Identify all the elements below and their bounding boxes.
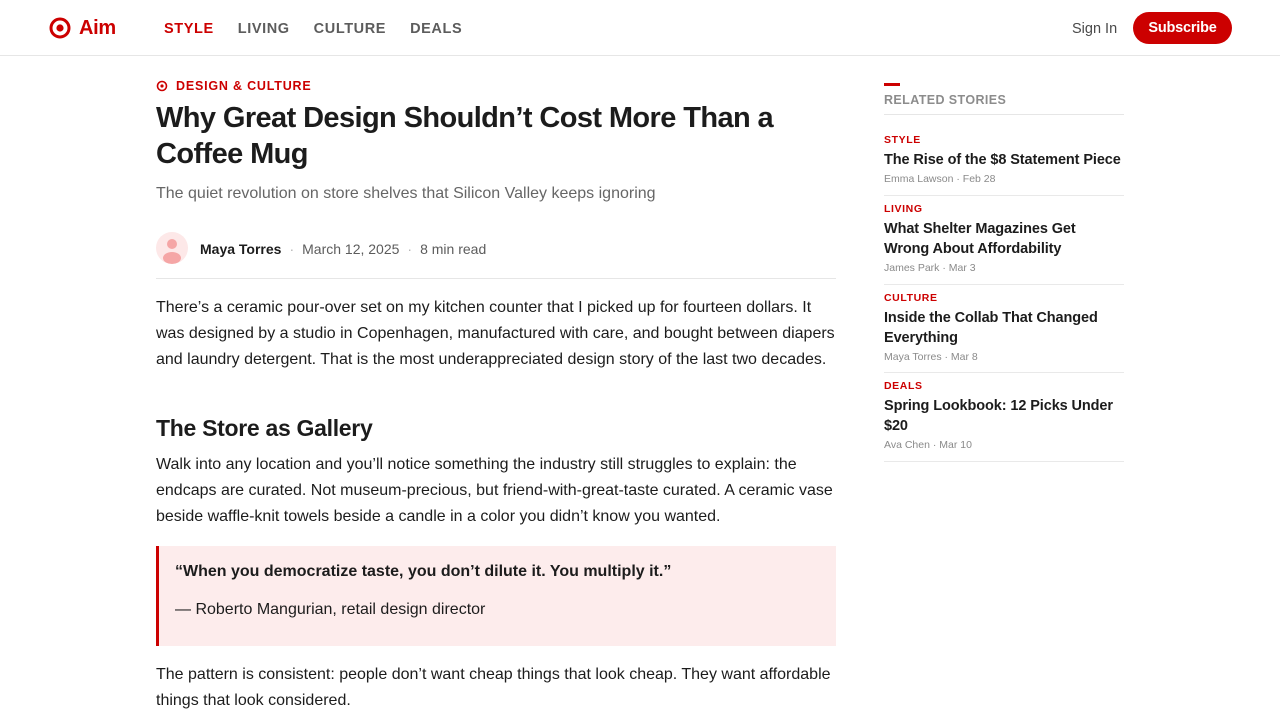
story-date: Mar 8 bbox=[950, 351, 978, 363]
story-date: Mar 10 bbox=[939, 439, 972, 451]
story-date: Mar 3 bbox=[948, 262, 976, 274]
section-accent-bar bbox=[884, 83, 900, 86]
story-category: CULTURE bbox=[884, 292, 938, 304]
article-dek: The quiet revolution on store shelves th… bbox=[156, 185, 656, 202]
related-stories-heading: RELATED STORIES bbox=[884, 93, 1124, 115]
author-avatar[interactable] bbox=[156, 232, 188, 264]
brand-name: Aim bbox=[79, 17, 116, 39]
story-meta: Emma Lawson · Feb 28 bbox=[884, 172, 1124, 186]
site-header: Aim STYLE LIVING CULTURE DEALS Sign In S… bbox=[0, 0, 1280, 56]
nav-item-culture[interactable]: CULTURE bbox=[314, 20, 386, 38]
category-link[interactable]: DESIGN & CULTURE bbox=[176, 79, 312, 93]
story-title[interactable]: Inside the Collab That Changed Everythin… bbox=[884, 308, 1124, 348]
story-title[interactable]: What Shelter Magazines Get Wrong About A… bbox=[884, 219, 1124, 259]
story-meta: Maya Torres · Mar 8 bbox=[884, 350, 1124, 364]
nav-item-deals[interactable]: DEALS bbox=[410, 20, 462, 38]
primary-nav: STYLE LIVING CULTURE DEALS bbox=[164, 20, 462, 38]
publish-date: March 12, 2025 bbox=[302, 241, 400, 257]
subscribe-button[interactable]: Subscribe bbox=[1133, 12, 1232, 44]
article-kicker: DESIGN & CULTURE bbox=[156, 79, 312, 93]
story-date: Feb 28 bbox=[962, 173, 996, 185]
body-paragraph: Walk into any location and you’ll notice… bbox=[156, 456, 833, 525]
byline: Maya Torres · March 12, 2025 · 8 min rea… bbox=[156, 232, 836, 279]
meta-separator: · bbox=[941, 351, 951, 363]
story-category: STYLE bbox=[884, 134, 921, 146]
sign-in-link[interactable]: Sign In bbox=[1072, 20, 1117, 38]
bullseye-icon bbox=[156, 80, 168, 92]
pull-quote: “When you democratize taste, you don’t d… bbox=[156, 546, 836, 646]
bullseye-logo-icon bbox=[49, 17, 71, 39]
related-story[interactable]: STYLE The Rise of the $8 Statement Piece… bbox=[884, 134, 1124, 196]
byline-separator: · bbox=[289, 241, 295, 257]
story-title[interactable]: Spring Lookbook: 12 Picks Under $20 bbox=[884, 396, 1124, 436]
story-author: James Park bbox=[884, 262, 940, 274]
story-category: LIVING bbox=[884, 203, 923, 215]
related-story[interactable]: LIVING What Shelter Magazines Get Wrong … bbox=[884, 203, 1124, 285]
story-meta: Ava Chen · Mar 10 bbox=[884, 438, 1124, 452]
story-title[interactable]: The Rise of the $8 Statement Piece bbox=[884, 150, 1124, 170]
author-name[interactable]: Maya Torres bbox=[200, 241, 281, 257]
article-headline: Why Great Design Shouldn’t Cost More Tha… bbox=[156, 102, 774, 170]
related-story[interactable]: CULTURE Inside the Collab That Changed E… bbox=[884, 292, 1124, 373]
byline-separator: · bbox=[407, 241, 413, 257]
person-icon bbox=[163, 239, 181, 264]
story-category: DEALS bbox=[884, 380, 923, 392]
story-author: Emma Lawson bbox=[884, 173, 954, 185]
pull-quote-text: “When you democratize taste, you don’t d… bbox=[175, 563, 672, 580]
meta-separator: · bbox=[929, 439, 940, 451]
pull-quote-attribution: — Roberto Mangurian, retail design direc… bbox=[175, 601, 486, 618]
meta-separator: · bbox=[953, 173, 963, 185]
read-time: 8 min read bbox=[420, 241, 487, 257]
nav-item-living[interactable]: LIVING bbox=[238, 20, 290, 38]
nav-item-style[interactable]: STYLE bbox=[164, 20, 214, 38]
story-meta: James Park · Mar 3 bbox=[884, 261, 1124, 275]
story-author: Ava Chen bbox=[884, 439, 930, 451]
meta-separator: · bbox=[939, 262, 949, 274]
section-heading: The Store as Gallery bbox=[156, 415, 373, 441]
story-author: Maya Torres bbox=[884, 351, 942, 363]
related-story[interactable]: DEALS Spring Lookbook: 12 Picks Under $2… bbox=[884, 380, 1124, 462]
body-paragraph: The pattern is consistent: people don’t … bbox=[156, 666, 831, 709]
body-paragraph: There’s a ceramic pour-over set on my ki… bbox=[156, 299, 835, 368]
brand-logo-link[interactable]: Aim bbox=[49, 17, 116, 39]
